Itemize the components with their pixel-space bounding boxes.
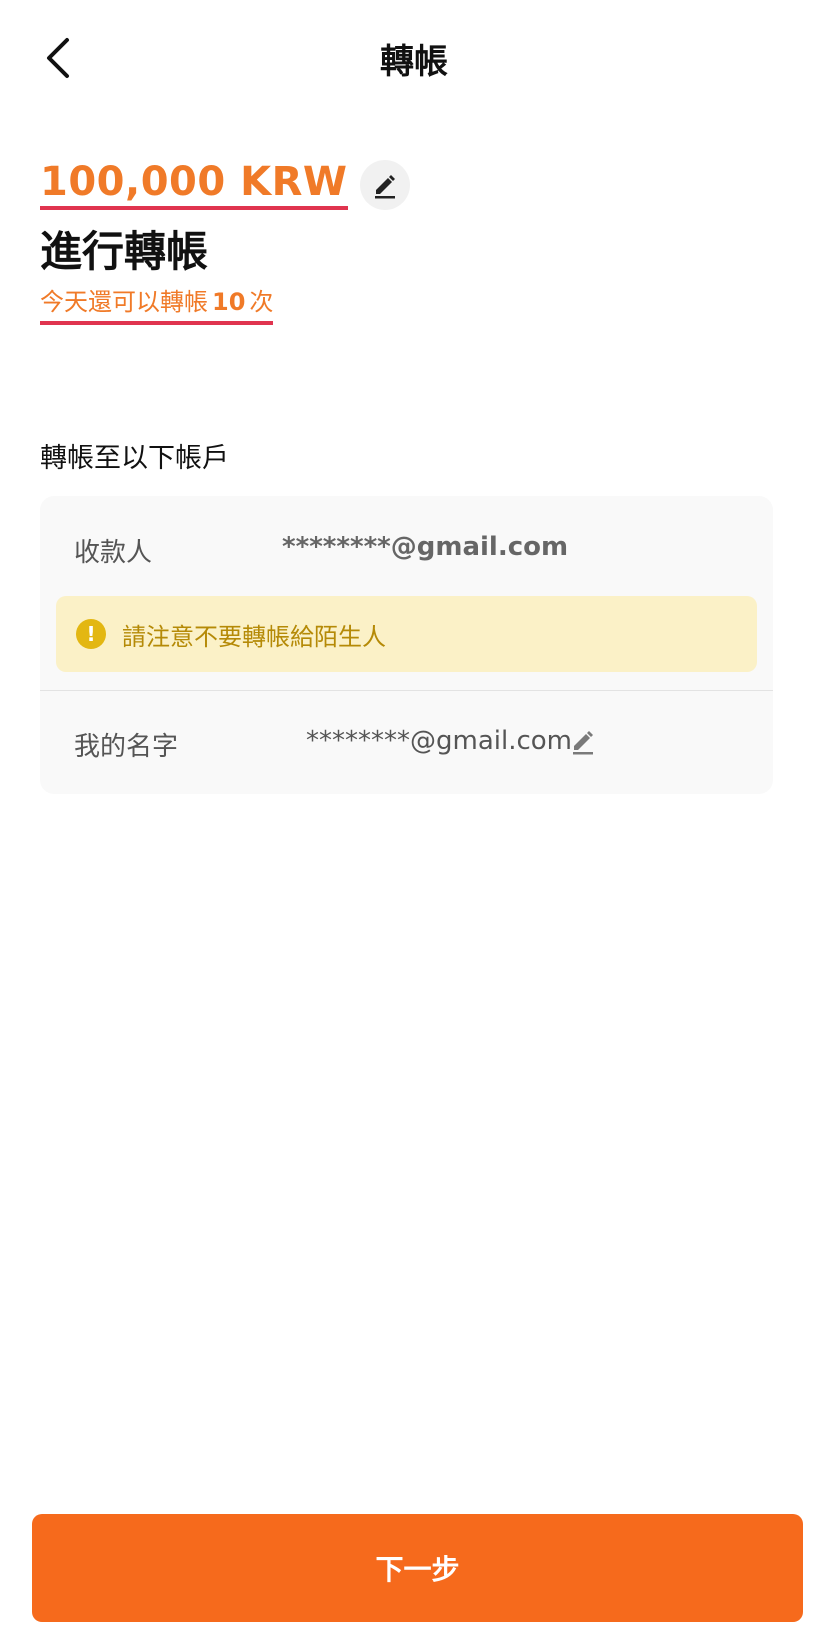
remaining-prefix: 今天還可以轉帳: [40, 288, 208, 316]
remaining-transfers: 今天還可以轉帳 10 次: [40, 282, 274, 325]
page-title: 轉帳: [380, 42, 448, 82]
remaining-count: 10: [212, 288, 246, 316]
account-card: 收款人 ********@gmail.com ! 請注意不要轉帳給陌生人 我的名…: [40, 496, 773, 794]
edit-amount-button[interactable]: [359, 160, 410, 210]
divider: [40, 690, 773, 691]
action-title: 進行轉帳: [40, 227, 209, 276]
remaining-suffix: 次: [249, 288, 274, 316]
payee-value: ********@gmail.com: [282, 532, 569, 562]
pencil-icon: [374, 175, 395, 199]
exclamation-circle-icon: !: [76, 619, 106, 649]
warning-banner: ! 請注意不要轉帳給陌生人: [56, 596, 757, 672]
warning-text: 請注意不要轉帳給陌生人: [122, 622, 386, 651]
section-label: 轉帳至以下帳戶: [40, 443, 229, 474]
header: 轉帳: [0, 0, 828, 120]
pencil-icon: [573, 731, 593, 755]
edit-name-button[interactable]: [564, 722, 602, 760]
transfer-amount: 100,000 KRW: [40, 160, 348, 210]
amount-row: 100,000 KRW: [40, 160, 410, 210]
my-name-label: 我的名字: [74, 732, 179, 762]
payee-label: 收款人: [74, 538, 153, 568]
my-name-value: ********@gmail.com: [306, 726, 573, 756]
next-button[interactable]: 下一步: [32, 1514, 803, 1622]
